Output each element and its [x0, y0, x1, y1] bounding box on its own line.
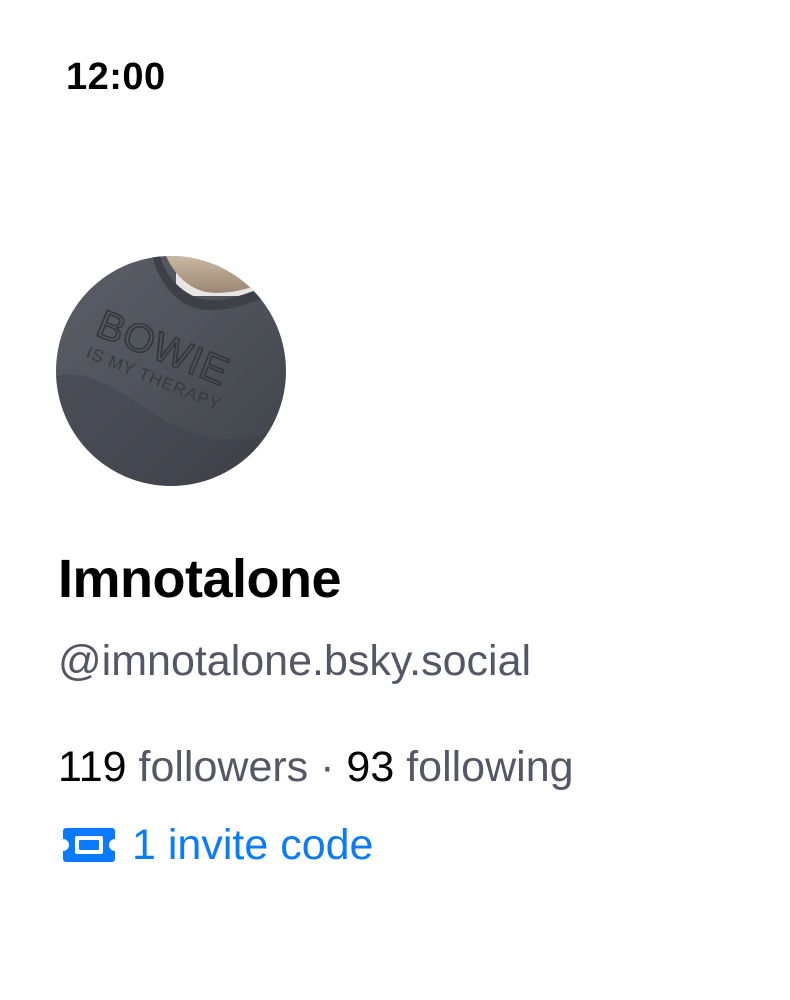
status-bar-time: 12:00 [66, 56, 166, 98]
avatar[interactable]: BOWIE IS MY THERAPY [56, 256, 286, 486]
following-count: 93 [346, 743, 395, 791]
following-label: following [406, 743, 574, 791]
followers-link[interactable]: 119 followers [58, 743, 308, 791]
invite-codes-button[interactable]: 1 invite code [62, 818, 373, 872]
ticket-icon [62, 826, 116, 864]
invite-code-label: 1 invite code [132, 821, 374, 869]
following-link[interactable]: 93 following [346, 743, 573, 791]
profile-handle: @imnotalone.bsky.social [58, 637, 532, 685]
profile-display-name: Imnotalone [58, 549, 342, 609]
followers-label: followers [138, 743, 309, 791]
profile-stats: 119 followers · 93 following [58, 740, 574, 794]
followers-count: 119 [58, 743, 127, 791]
avatar-image: BOWIE IS MY THERAPY [56, 256, 286, 486]
stats-separator: · [320, 743, 335, 791]
